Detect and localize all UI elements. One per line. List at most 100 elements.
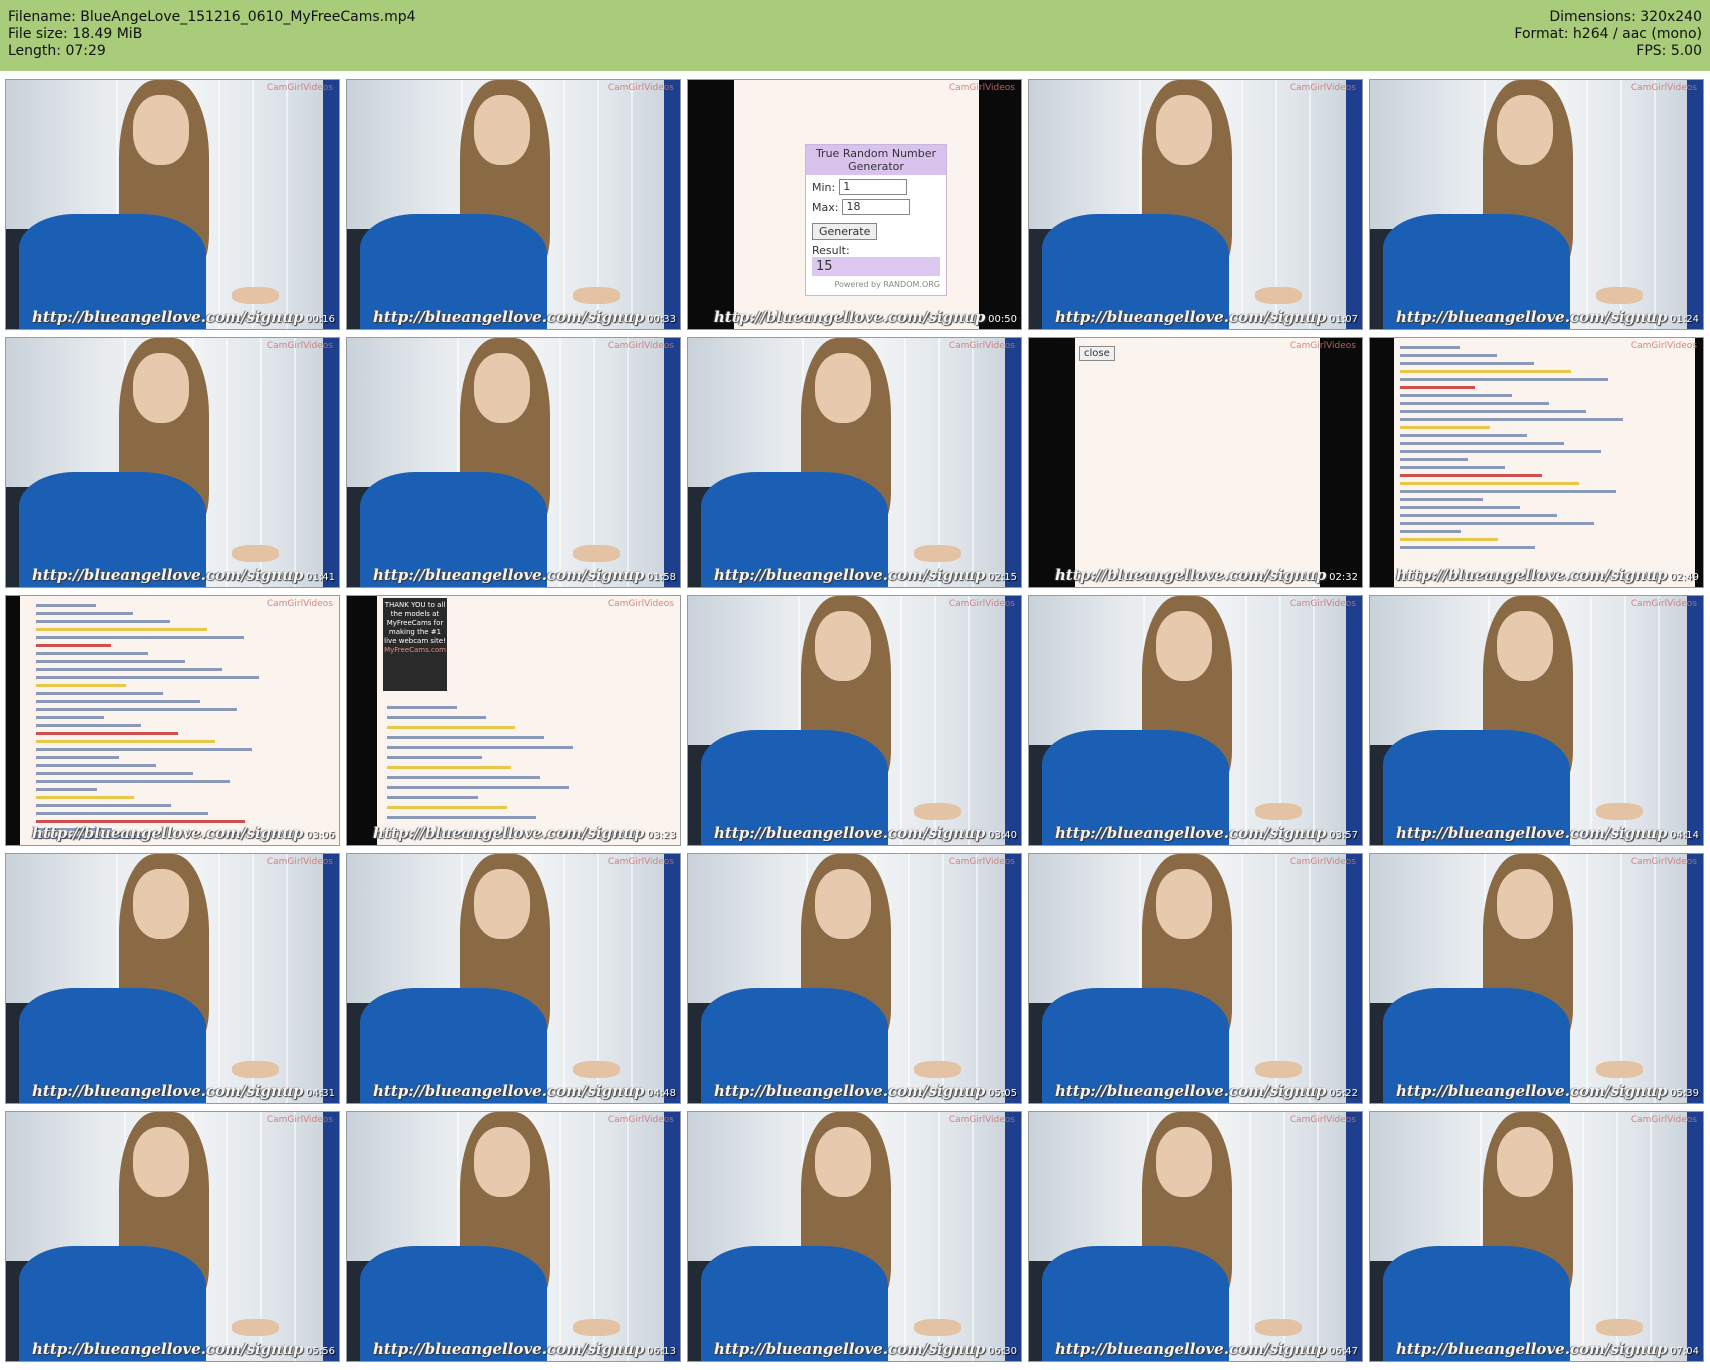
timestamp: 02:15: [988, 572, 1017, 583]
curtain-fold: [218, 80, 220, 329]
generate-button[interactable]: Generate: [812, 223, 878, 240]
chat-line: [1400, 514, 1557, 517]
video-thumbnail[interactable]: CamGirlVideos http://blueangellove.com/si…: [346, 337, 681, 588]
chat-line: [387, 716, 486, 719]
chat-line: [1400, 386, 1475, 389]
brand-watermark: CamGirlVideos: [266, 1115, 333, 1125]
timestamp: 02:49: [1670, 572, 1699, 583]
hand: [232, 544, 280, 563]
hand: [1255, 286, 1303, 305]
video-thumbnail[interactable]: CamGirlVideos http://blueangellove.com/si…: [5, 853, 340, 1104]
chat-line: [1400, 538, 1498, 541]
brand-watermark: CamGirlVideos: [607, 83, 674, 93]
video-thumbnail[interactable]: CamGirlVideos http://blueangellove.com/si…: [687, 853, 1022, 1104]
blue-curtain: [1687, 80, 1703, 329]
brand-watermark: CamGirlVideos: [266, 341, 333, 351]
video-thumbnail[interactable]: CamGirlVideos http://blueangellove.com/si…: [5, 1111, 340, 1362]
url-watermark: http://blueangellove.com/signup: [32, 1340, 304, 1358]
curtain-fold: [286, 80, 288, 329]
dimensions-label: Dimensions: 320x240: [1549, 9, 1702, 25]
video-thumbnail[interactable]: CamGirlVideos http://blueangellove.com/si…: [687, 337, 1022, 588]
video-thumbnail[interactable]: CamGirlVideos http://blueangellove.com/si…: [1369, 595, 1704, 846]
video-thumbnail[interactable]: CamGirlVideos http://blueangellove.com/si…: [687, 595, 1022, 846]
webcam-scene: [347, 1112, 680, 1361]
chat-line: [36, 756, 119, 759]
chat-line: [1400, 498, 1483, 501]
blue-curtain: [1346, 80, 1362, 329]
video-thumbnail[interactable]: THANK YOU to all the models at MyFreeCam…: [346, 595, 681, 846]
url-watermark: http://blueangellove.com/signup: [32, 824, 304, 842]
chat-line: [1400, 394, 1512, 397]
face: [814, 352, 872, 423]
banner-site: MyFreeCams.com: [384, 646, 446, 654]
chat-line: [1400, 418, 1623, 421]
curtain-fold: [1317, 1112, 1319, 1361]
screen-capture: THANK YOU to all the models at MyFreeCam…: [347, 596, 680, 845]
curtain-fold: [1654, 80, 1656, 329]
video-thumbnail[interactable]: CamGirlVideos http://blueangellove.com/si…: [1369, 79, 1704, 330]
video-thumbnail[interactable]: CamGirlVideos http://blueangellove.com/si…: [1369, 337, 1704, 588]
curtain-fold: [563, 854, 565, 1103]
chat-line: [1400, 378, 1608, 381]
video-thumbnail[interactable]: CamGirlVideos http://blueangellove.com/si…: [1028, 853, 1363, 1104]
face: [1496, 868, 1554, 939]
curtain-fold: [226, 338, 228, 587]
brand-watermark: CamGirlVideos: [1289, 1115, 1356, 1125]
black-border-right: [1320, 338, 1362, 587]
video-thumbnail[interactable]: CamGirlVideos http://blueangellove.com/si…: [346, 79, 681, 330]
blue-curtain: [323, 854, 339, 1103]
curtain-fold: [1309, 80, 1311, 329]
chat-line: [36, 708, 237, 711]
url-watermark: http://blueangellove.com/signup: [1055, 1082, 1327, 1100]
widget-title: True Random Number Generator: [806, 145, 946, 175]
timestamp: 06:47: [1329, 1346, 1358, 1357]
video-thumbnail[interactable]: CamGirlVideos http://blueangellove.com/si…: [1369, 853, 1704, 1104]
video-thumbnail[interactable]: CamGirlVideos http://blueangellove.com/si…: [1028, 79, 1363, 330]
webcam-scene: [688, 596, 1021, 845]
webcam-scene: [1370, 80, 1703, 329]
black-border-right: [979, 80, 1021, 329]
fps-label: FPS: 5.00: [1636, 43, 1702, 59]
webcam-scene: [347, 80, 680, 329]
timestamp: 04:31: [306, 1088, 335, 1099]
brand-watermark: CamGirlVideos: [1630, 1115, 1697, 1125]
brand-watermark: CamGirlVideos: [266, 83, 333, 93]
curtain-fold: [1249, 1112, 1251, 1361]
face: [814, 868, 872, 939]
video-thumbnail[interactable]: CamGirlVideos http://blueangellove.com/si…: [346, 853, 681, 1104]
url-watermark: http://blueangellove.com/signup: [32, 566, 304, 584]
url-watermark: http://blueangellove.com/signup: [32, 1082, 304, 1100]
hand: [1596, 286, 1644, 305]
video-thumbnail[interactable]: CamGirlVideos http://blueangellove.com/si…: [1028, 1111, 1363, 1362]
timestamp: 00:16: [306, 314, 335, 325]
min-input[interactable]: 1: [839, 179, 908, 195]
video-thumbnail[interactable]: CamGirlVideos http://blueangellove.com/si…: [5, 79, 340, 330]
close-button[interactable]: close: [1079, 346, 1115, 361]
max-input[interactable]: 18: [842, 199, 911, 215]
video-thumbnail[interactable]: CamGirlVideos http://blueangellove.com/si…: [5, 337, 340, 588]
curtain-fold: [631, 854, 633, 1103]
video-thumbnail[interactable]: CamGirlVideos http://blueangellove.com/si…: [346, 1111, 681, 1362]
format-label: Format: h264 / aac (mono): [1514, 26, 1702, 42]
curtain-fold: [286, 854, 288, 1103]
length-label: Length: 07:29: [8, 43, 106, 59]
video-thumbnail[interactable]: CamGirlVideos http://blueangellove.com/si…: [1369, 1111, 1704, 1362]
timestamp: 05:22: [1329, 1088, 1358, 1099]
webcam-scene: [688, 338, 1021, 587]
chat-line: [36, 636, 244, 639]
curtain-fold: [226, 1112, 228, 1361]
video-thumbnail[interactable]: CamGirlVideos http://blueangellove.com/si…: [687, 1111, 1022, 1362]
webcam-scene: [1029, 80, 1362, 329]
video-thumbnail[interactable]: close CamGirlVideos http://blueangellove.c…: [1028, 337, 1363, 588]
hand: [1596, 802, 1644, 821]
url-watermark: http://blueangellove.com/signup: [1055, 566, 1327, 584]
video-thumbnail[interactable]: True Random Number Generator Min: 1 Max: 18 G…: [687, 79, 1022, 330]
chat-line: [1400, 450, 1601, 453]
hand: [1596, 1318, 1644, 1337]
face: [473, 352, 531, 423]
video-thumbnail[interactable]: CamGirlVideos http://blueangellove.com/si…: [1028, 595, 1363, 846]
chat-line: [36, 796, 134, 799]
video-thumbnail[interactable]: CamGirlVideos http://blueangellove.com/si…: [5, 595, 340, 846]
webcam-scene: [6, 338, 339, 587]
url-watermark: http://blueangellove.com/signup: [1055, 1340, 1327, 1358]
